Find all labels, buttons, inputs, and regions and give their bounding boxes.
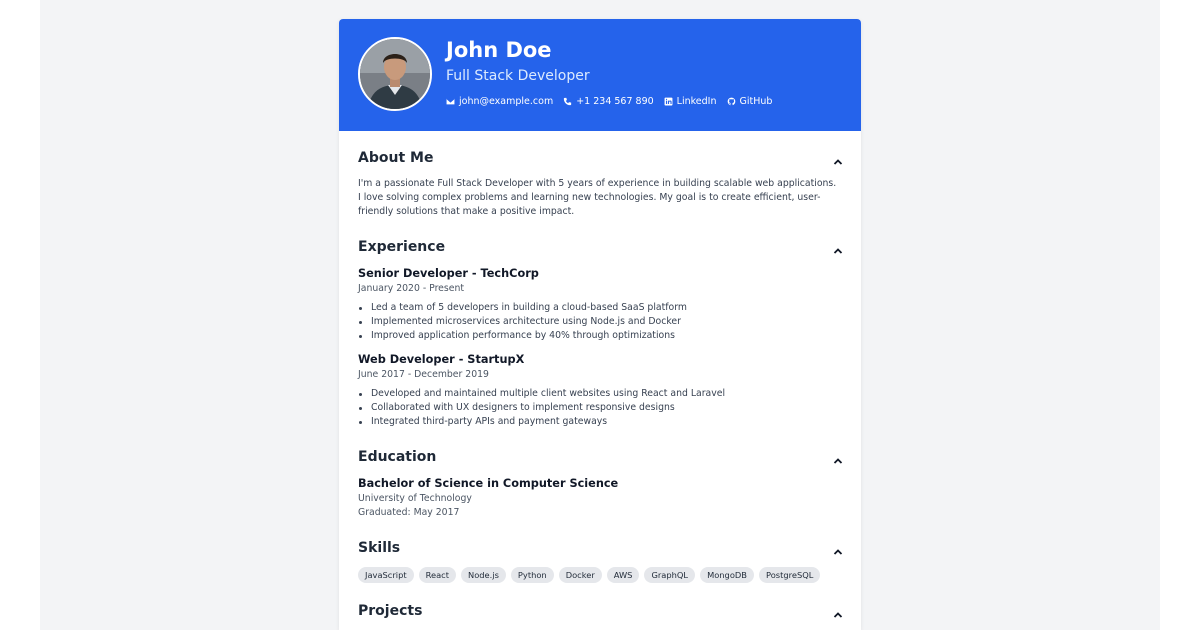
phone-link[interactable]: +1 234 567 890 xyxy=(563,96,654,107)
linkedin-link[interactable]: LinkedIn xyxy=(664,96,717,107)
job-bullets: Led a team of 5 developers in building a… xyxy=(358,301,687,343)
graduation-date: Graduated: May 2017 xyxy=(358,507,460,518)
list-item: Integrated third-party APIs and payment … xyxy=(358,415,725,429)
job-title: Web Developer - StartupX xyxy=(358,353,525,366)
school-name: University of Technology xyxy=(358,493,472,504)
list-item: Implemented microservices architecture u… xyxy=(358,315,687,329)
avatar xyxy=(358,37,432,111)
projects-title: Projects xyxy=(358,603,423,619)
skills-list: JavaScript React Node.js Python Docker A… xyxy=(358,567,825,583)
job-dates: January 2020 - Present xyxy=(358,283,465,294)
profile-header: John Doe Full Stack Developer john@examp… xyxy=(339,19,861,131)
linkedin-icon xyxy=(664,97,673,106)
email-text: john@example.com xyxy=(459,96,554,107)
skill-chip: Python xyxy=(510,567,554,583)
contact-links: john@example.com +1 234 567 890 LinkedIn… xyxy=(446,96,782,107)
chevron-up-icon[interactable] xyxy=(832,153,844,165)
resume-card: John Doe Full Stack Developer john@examp… xyxy=(339,19,861,630)
chevron-up-icon[interactable] xyxy=(832,242,844,254)
skill-chip: MongoDB xyxy=(700,567,754,583)
list-item: Developed and maintained multiple client… xyxy=(358,387,725,401)
about-text: I'm a passionate Full Stack Developer wi… xyxy=(358,177,844,219)
profile-name: John Doe xyxy=(446,38,552,62)
github-text: GitHub xyxy=(739,96,773,107)
job-dates: June 2017 - December 2019 xyxy=(358,369,489,380)
github-link[interactable]: GitHub xyxy=(727,96,773,107)
skill-chip: JavaScript xyxy=(358,567,414,583)
degree-title: Bachelor of Science in Computer Science xyxy=(358,477,619,490)
email-link[interactable]: john@example.com xyxy=(446,96,553,107)
phone-icon xyxy=(564,97,572,106)
about-line: I'm a passionate Full Stack Developer wi… xyxy=(358,178,837,189)
github-icon xyxy=(727,97,735,106)
job-bullets: Developed and maintained multiple client… xyxy=(358,387,725,429)
skills-title: Skills xyxy=(358,540,401,556)
skill-chip: AWS xyxy=(606,567,640,583)
experience-title: Experience xyxy=(358,239,446,255)
list-item: Led a team of 5 developers in building a… xyxy=(358,301,687,315)
chevron-up-icon[interactable] xyxy=(832,452,844,464)
about-line: friendly solutions that make a positive … xyxy=(358,206,575,217)
list-item: Collaborated with UX designers to implem… xyxy=(358,401,725,415)
skill-chip: GraphQL xyxy=(644,567,696,583)
chevron-up-icon[interactable] xyxy=(832,543,844,555)
list-item: Improved application performance by 40% … xyxy=(358,329,687,343)
envelope-icon xyxy=(446,98,455,105)
job-title: Senior Developer - TechCorp xyxy=(358,267,539,280)
about-line: I love solving complex problems and lear… xyxy=(358,192,821,203)
skill-chip: PostgreSQL xyxy=(758,567,821,583)
profile-role: Full Stack Developer xyxy=(446,68,590,84)
chevron-up-icon[interactable] xyxy=(832,606,844,618)
about-title: About Me xyxy=(358,150,434,166)
linkedin-text: LinkedIn xyxy=(676,96,717,107)
phone-text: +1 234 567 890 xyxy=(576,96,654,107)
skill-chip: React xyxy=(418,567,456,583)
skill-chip: Docker xyxy=(558,567,602,583)
skill-chip: Node.js xyxy=(461,567,506,583)
education-title: Education xyxy=(358,449,437,465)
